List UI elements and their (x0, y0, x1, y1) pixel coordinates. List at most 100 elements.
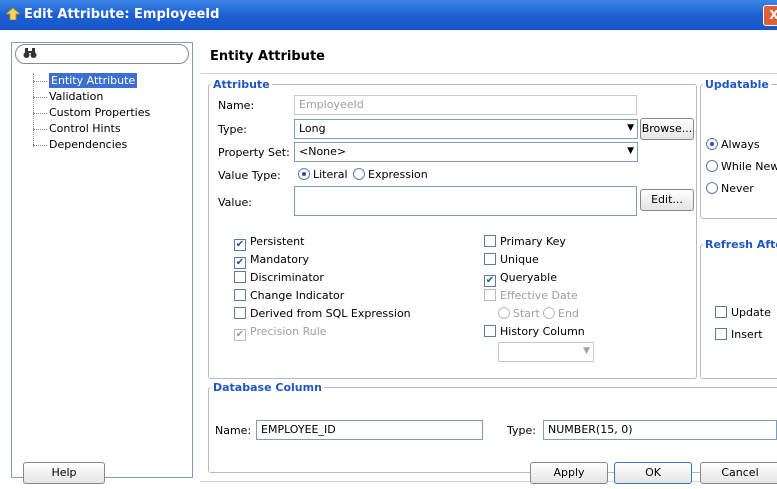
window-title-bar[interactable]: Edit Attribute: EmployeeId X (0, 0, 777, 30)
discriminator-checkbox[interactable]: Discriminator (234, 271, 324, 287)
mandatory-checkbox[interactable]: ✔ Mandatory (234, 253, 309, 269)
nav-item-label: Dependencies (49, 138, 128, 151)
checkbox-label: Change Indicator (250, 289, 345, 302)
radio-icon (353, 168, 365, 180)
checkbox-label: Unique (500, 253, 539, 266)
history-column-checkbox[interactable]: History Column (484, 325, 585, 341)
radio-label: Never (721, 182, 754, 195)
checkbox-checked-icon: ✔ (234, 257, 246, 269)
value-type-literal-radio[interactable]: Literal (298, 168, 348, 184)
radio-label: Always (721, 138, 760, 151)
radio-icon (706, 182, 718, 194)
precision-rule-checkbox: ✔ Precision Rule (234, 325, 327, 341)
nav-item-label: Custom Properties (49, 106, 151, 119)
close-icon[interactable]: X (763, 5, 777, 26)
nav-item-label: Control Hints (49, 122, 121, 135)
help-button[interactable]: Help (23, 462, 105, 484)
checkbox-label: Mandatory (250, 253, 310, 266)
nav-item-label: Validation (49, 90, 104, 103)
value-type-label: Value Type: (218, 169, 281, 182)
queryable-checkbox[interactable]: ✔ Queryable (484, 271, 557, 287)
refresh-insert-checkbox[interactable]: Insert (715, 328, 763, 344)
chevron-down-icon: ▼ (627, 123, 634, 133)
checkbox-label: Derived from SQL Expression (250, 307, 411, 320)
updatable-never-radio[interactable]: Never (706, 182, 754, 198)
checkbox-label: History Column (500, 325, 585, 338)
effective-date-checkbox: Effective Date (484, 289, 578, 305)
checkbox-label: Precision Rule (250, 325, 327, 338)
db-type-label: Type: (507, 424, 536, 437)
name-label: Name: (218, 99, 255, 112)
checkbox-icon (234, 289, 246, 301)
radio-label: While New (721, 160, 777, 173)
checkbox-label: Persistent (250, 235, 305, 248)
checkbox-label: Insert (731, 328, 763, 341)
property-set-label: Property Set: (218, 146, 290, 159)
checkbox-icon (484, 253, 496, 265)
checkbox-label: Update (731, 306, 771, 319)
binoculars-icon (23, 47, 37, 62)
radio-label: Literal (313, 168, 348, 181)
property-set-value: <None> (299, 145, 347, 158)
window-title: Edit Attribute: EmployeeId (24, 7, 220, 22)
radio-icon (706, 160, 718, 172)
derived-sql-checkbox[interactable]: Derived from SQL Expression (234, 307, 411, 323)
edit-button[interactable]: Edit... (640, 189, 694, 211)
nav-item-control-hints[interactable]: Control Hints (31, 121, 150, 137)
radio-label: Start (513, 307, 540, 320)
refresh-update-checkbox[interactable]: Update (715, 306, 771, 322)
checkbox-icon (484, 235, 496, 247)
checkbox-checked-icon: ✔ (234, 329, 246, 341)
db-type-field[interactable]: NUMBER(15, 0) (543, 420, 777, 440)
value-type-expression-radio[interactable]: Expression (353, 168, 428, 184)
checkbox-icon (234, 271, 246, 283)
unique-checkbox[interactable]: Unique (484, 253, 539, 269)
radio-icon (498, 307, 510, 319)
refresh-after-legend: Refresh Afte (705, 238, 777, 251)
value-label: Value: (218, 196, 252, 209)
db-name-field[interactable]: EMPLOYEE_ID (256, 420, 483, 440)
name-field[interactable]: EmployeeId (294, 95, 637, 115)
nav-item-label: Entity Attribute (49, 73, 138, 88)
checkbox-icon (715, 328, 727, 340)
attribute-legend: Attribute (213, 78, 270, 91)
apply-button[interactable]: Apply (530, 462, 608, 484)
nav-item-entity-attribute[interactable]: Entity Attribute (31, 73, 150, 89)
value-field[interactable] (294, 186, 637, 216)
app-icon (6, 8, 20, 20)
type-select[interactable]: Long ▼ (294, 119, 638, 139)
radio-label: End (558, 307, 579, 320)
browse-button[interactable]: Browse... (640, 118, 694, 140)
radio-label: Expression (368, 168, 428, 181)
checkbox-label: Effective Date (500, 289, 578, 302)
ok-button[interactable]: OK (614, 462, 692, 484)
checkbox-label: Queryable (500, 271, 557, 284)
updatable-always-radio[interactable]: Always (706, 138, 760, 154)
db-name-label: Name: (215, 424, 252, 437)
checkbox-label: Discriminator (250, 271, 324, 284)
persistent-checkbox[interactable]: ✔ Persistent (234, 235, 304, 251)
nav-item-validation[interactable]: Validation (31, 89, 150, 105)
primary-key-checkbox[interactable]: Primary Key (484, 235, 566, 251)
updatable-while-new-radio[interactable]: While New (706, 160, 777, 176)
cancel-button[interactable]: Cancel (700, 462, 777, 484)
updatable-legend: Updatable (705, 78, 769, 91)
search-field[interactable] (15, 44, 189, 64)
property-set-select[interactable]: <None> ▼ (294, 142, 638, 162)
type-label: Type: (218, 123, 247, 136)
database-column-legend: Database Column (213, 381, 322, 394)
content-area: Entity Attribute Attribute Name: Employe… (200, 42, 777, 478)
checkbox-checked-icon: ✔ (234, 239, 246, 251)
title-divider (200, 73, 777, 74)
radio-selected-icon (706, 138, 718, 150)
page-title: Entity Attribute (210, 49, 325, 64)
nav-item-custom-properties[interactable]: Custom Properties (31, 105, 150, 121)
navigation-tree: Entity Attribute Validation Custom Prope… (31, 73, 150, 153)
checkbox-icon (234, 307, 246, 319)
history-column-select: ▼ (498, 342, 594, 362)
checkbox-icon (484, 289, 496, 301)
nav-item-dependencies[interactable]: Dependencies (31, 137, 150, 153)
checkbox-checked-icon: ✔ (484, 275, 496, 287)
checkbox-icon (484, 325, 496, 337)
change-indicator-checkbox[interactable]: Change Indicator (234, 289, 344, 305)
